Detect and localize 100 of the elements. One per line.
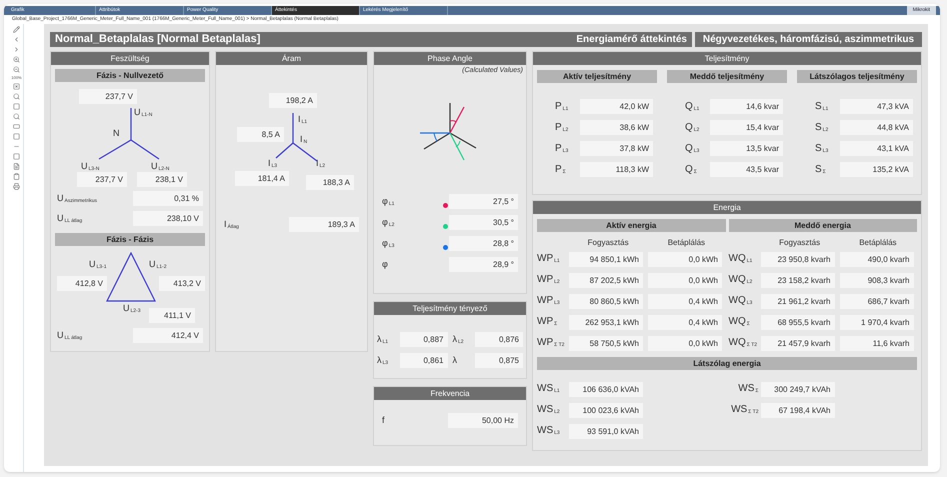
quantity-label: S$_{L2}$ bbox=[815, 122, 828, 132]
quantity-label: φ bbox=[382, 259, 388, 270]
tool-icon[interactable] bbox=[13, 163, 20, 170]
quantity-label: S$_{Σ}$ bbox=[815, 164, 826, 174]
section-header: Fázis - Nullvezető bbox=[55, 69, 205, 82]
quantity-label: U$_{Aszimmetrikus}$ bbox=[57, 194, 98, 203]
quantity-label: P$_{L2}$ bbox=[555, 122, 568, 132]
quantity-label: λ$_{L3}$ bbox=[377, 356, 388, 365]
quantity-label: WS$_{Σ T2}$ bbox=[731, 404, 758, 416]
quantity-label: P$_{L3}$ bbox=[555, 144, 568, 154]
value-field: 21 457,9 kvarh bbox=[760, 336, 834, 351]
value-field: 87 202,5 kWh bbox=[569, 272, 643, 288]
quantity-label: P$_{Σ}$ bbox=[555, 164, 566, 174]
value-field: 21 961,2 kvarh bbox=[760, 294, 834, 309]
value-field: 43,1 kVA bbox=[840, 141, 913, 156]
quantity-label: I$_{L1}$ bbox=[298, 114, 308, 124]
panel-header: Teljesítmény tényező bbox=[374, 302, 526, 315]
quantity-label: λ bbox=[452, 356, 457, 365]
tool-icon[interactable] bbox=[13, 113, 20, 120]
column-header: Betáplálás bbox=[668, 238, 706, 247]
value-field: 0,4 kWh bbox=[648, 314, 722, 330]
value-field: 47,3 kVA bbox=[840, 99, 913, 114]
quantity-label: WS$_{L1}$ bbox=[537, 383, 560, 394]
triangle-diagram bbox=[106, 252, 156, 302]
value-field: 0,875 bbox=[475, 353, 523, 368]
value-field: 93 591,0 kVAh bbox=[569, 424, 643, 439]
quantity-label: λ$_{L1}$ bbox=[377, 335, 388, 344]
value-field: 43,5 kvar bbox=[710, 162, 783, 177]
value-field: 237,7 V bbox=[79, 89, 137, 104]
value-field: 411,1 V bbox=[149, 308, 195, 323]
tool-icon[interactable] bbox=[13, 173, 20, 180]
value-field: 237,7 V bbox=[77, 172, 127, 187]
value-field: 0,0 kWh bbox=[648, 272, 722, 288]
value-field: 94 850,1 kWh bbox=[569, 252, 643, 267]
value-field: 67 198,4 kVAh bbox=[760, 402, 834, 418]
tool-icon[interactable] bbox=[13, 103, 20, 110]
value-field: 135,2 kVA bbox=[840, 162, 913, 177]
value-field: 189,3 A bbox=[289, 217, 359, 232]
value-field: 58 750,5 kWh bbox=[569, 336, 643, 351]
section-header: Látszólag energia bbox=[537, 356, 917, 370]
value-field: 686,7 kvarh bbox=[840, 294, 914, 309]
value-field: 1 970,4 kvarh bbox=[840, 314, 914, 330]
value-field: 106 636,0 kVAh bbox=[569, 382, 643, 397]
value-field: 0,0 kWh bbox=[648, 336, 722, 351]
value-field: 27,5 ° bbox=[448, 194, 518, 210]
quantity-label: WS$_{L2}$ bbox=[537, 404, 560, 416]
tool-icon[interactable] bbox=[13, 183, 20, 190]
column-header: Betáplálás bbox=[859, 238, 897, 247]
quantity-label: WQ$_{L1}$ bbox=[728, 253, 752, 264]
value-field: 50,00 Hz bbox=[448, 413, 518, 428]
value-field: 181,4 A bbox=[235, 171, 289, 186]
quantity-label: λ$_{L2}$ bbox=[452, 335, 464, 344]
quantity-label: I$_{N}$ bbox=[300, 134, 308, 144]
neutral-label: N bbox=[113, 128, 120, 138]
value-field: 8,5 A bbox=[237, 127, 284, 142]
tool-icon[interactable] bbox=[13, 26, 20, 33]
quantity-label: φ$_{L1}$ bbox=[382, 196, 394, 206]
section-header: Aktív teljesítmény bbox=[537, 70, 657, 83]
value-field: 68 955,5 kvarh bbox=[760, 314, 834, 330]
quantity-label: I$_{Átlag}$ bbox=[224, 220, 239, 229]
value-field: 0,861 bbox=[400, 353, 448, 368]
panel-header: Feszültség bbox=[51, 52, 209, 65]
quantity-label: φ$_{L3}$ bbox=[382, 238, 394, 248]
tool-icon[interactable] bbox=[13, 83, 20, 90]
view-title: Energiamérő áttekintés bbox=[576, 34, 687, 46]
value-field: 413,2 V bbox=[159, 276, 205, 291]
quantity-label: φ$_{L2}$ bbox=[382, 217, 394, 228]
section-header: Látszólagos teljesítmény bbox=[797, 70, 917, 83]
section-header: Fázis - Fázis bbox=[55, 233, 205, 246]
quantity-label: Q$_{Σ}$ bbox=[685, 164, 697, 174]
quantity-label: U$_{L1-2}$ bbox=[149, 259, 167, 269]
quantity-label: WS$_{L3}$ bbox=[537, 425, 560, 436]
tool-icon[interactable] bbox=[13, 93, 20, 100]
value-field: 15,4 kvar bbox=[710, 120, 783, 135]
value-field: 44,8 kVA bbox=[840, 120, 913, 135]
value-field: 118,3 kW bbox=[580, 162, 653, 177]
tool-icon[interactable] bbox=[13, 66, 20, 73]
quantity-label: WP$_{Σ}$ bbox=[537, 316, 558, 328]
value-field: 412,8 V bbox=[57, 276, 107, 291]
quantity-label: U$_{L3-N}$ bbox=[81, 161, 100, 171]
value-field: 13,5 kvar bbox=[710, 141, 783, 156]
value-field: 30,5 ° bbox=[448, 215, 518, 230]
system-type: Négyvezetékes, háromfázisú, aszimmetrikus bbox=[695, 32, 922, 47]
quantity-label: U$_{L2-3}$ bbox=[123, 303, 141, 313]
value-field: 0,887 bbox=[400, 332, 448, 347]
quantity-label: I$_{L3}$ bbox=[268, 158, 278, 168]
value-field: 0,0 kWh bbox=[648, 252, 722, 267]
quantity-label: Q$_{L1}$ bbox=[685, 102, 700, 112]
value-field: 300 249,7 kVAh bbox=[760, 382, 834, 397]
value-field: 28,8 ° bbox=[448, 236, 518, 252]
star-diagram bbox=[97, 108, 161, 162]
tool-icon[interactable] bbox=[13, 56, 20, 63]
panel-header: Phase Angle bbox=[374, 52, 526, 65]
section-header: Meddő teljesítmény bbox=[667, 70, 787, 83]
value-field: 908,3 kvarh bbox=[840, 272, 914, 288]
value-field: 412,4 V bbox=[133, 328, 203, 343]
section-header: Aktív energia bbox=[537, 219, 726, 232]
panel-header: Energia bbox=[533, 201, 921, 214]
quantity-label: S$_{L3}$ bbox=[815, 144, 828, 154]
quantity-label: f bbox=[382, 416, 385, 425]
